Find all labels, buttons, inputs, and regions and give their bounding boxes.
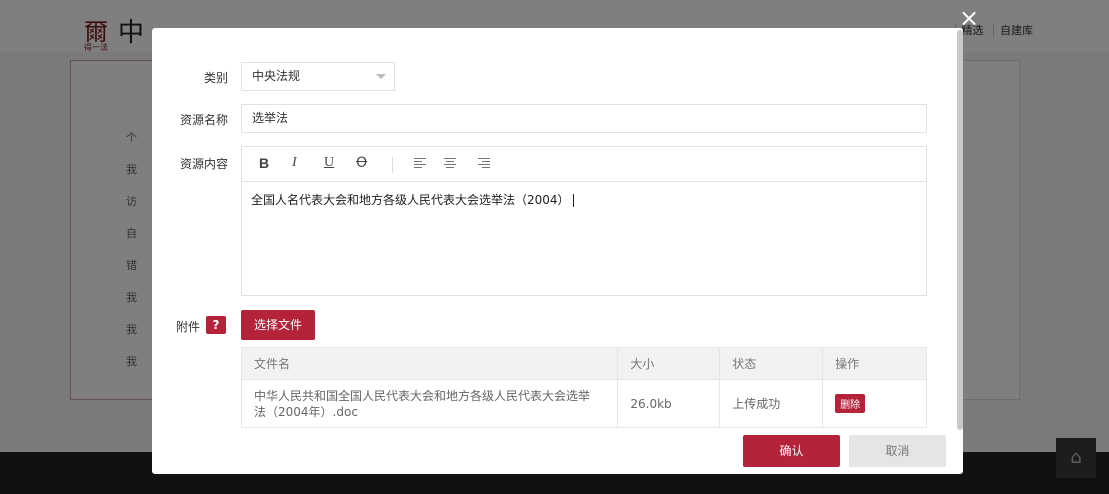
bold-button[interactable]: B bbox=[259, 155, 269, 171]
attachment-label: 附件 bbox=[175, 320, 200, 334]
help-icon[interactable]: ? bbox=[206, 316, 226, 334]
column-header-action: 操作 bbox=[822, 347, 927, 380]
resource-name-input[interactable]: 选举法 bbox=[241, 104, 927, 133]
cancel-button[interactable]: 取消 bbox=[849, 435, 946, 467]
column-header-size: 大小 bbox=[617, 347, 721, 380]
strikethrough-button[interactable]: Ꝋ bbox=[356, 155, 367, 171]
modal-scrollbar[interactable] bbox=[957, 30, 963, 430]
attachment-table: 文件名 大小 状态 操作 中华人民共和国全国人民代表大会和地方各级人民代表大会选… bbox=[241, 347, 927, 428]
editor-toolbar: B I U Ꝋ bbox=[242, 147, 926, 182]
category-value: 中央法规 bbox=[252, 69, 301, 83]
file-size-cell: 26.0kb bbox=[617, 379, 721, 428]
choose-file-button[interactable]: 选择文件 bbox=[241, 310, 315, 340]
file-status-cell: 上传成功 bbox=[719, 379, 824, 428]
text-caret bbox=[572, 194, 574, 207]
column-header-status: 状态 bbox=[719, 347, 824, 380]
editor-content[interactable]: 全国人名代表大会和地方各级人民代表大会选举法（2004） bbox=[242, 182, 926, 217]
rich-text-editor[interactable]: B I U Ꝋ 全国人名代表大会和地方各级人民代表大会选举法（2004） bbox=[241, 146, 927, 296]
toolbar-divider bbox=[392, 157, 393, 173]
name-label: 资源名称 bbox=[179, 113, 228, 127]
content-label: 资源内容 bbox=[179, 157, 228, 171]
table-header-row: 文件名 大小 状态 操作 bbox=[241, 347, 927, 380]
file-action-cell: 删除 bbox=[822, 379, 927, 428]
table-row: 中华人民共和国全国人民代表大会和地方各级人民代表大会选举法（2004年）.doc… bbox=[241, 379, 927, 428]
category-select[interactable]: 中央法规 bbox=[241, 62, 395, 91]
confirm-button[interactable]: 确认 bbox=[743, 435, 840, 467]
delete-file-button[interactable]: 删除 bbox=[835, 394, 866, 413]
file-name-cell: 中华人民共和国全国人民代表大会和地方各级人民代表大会选举法（2004年）.doc bbox=[241, 379, 619, 428]
category-label: 类别 bbox=[203, 71, 228, 85]
column-header-filename: 文件名 bbox=[241, 347, 619, 380]
italic-button[interactable]: I bbox=[292, 155, 297, 171]
align-right-icon[interactable] bbox=[478, 158, 490, 170]
close-icon[interactable]: × bbox=[958, 6, 980, 30]
editor-text: 全国人名代表大会和地方各级人民代表大会选举法（2004） bbox=[251, 193, 570, 207]
chevron-down-icon bbox=[376, 74, 386, 79]
align-left-icon[interactable] bbox=[414, 158, 426, 170]
underline-button[interactable]: U bbox=[324, 155, 334, 171]
edit-resource-dialog: 类别 中央法规 资源名称 选举法 资源内容 B I U Ꝋ 全国人名代表大会和地… bbox=[152, 28, 963, 474]
align-center-icon[interactable] bbox=[444, 158, 456, 170]
